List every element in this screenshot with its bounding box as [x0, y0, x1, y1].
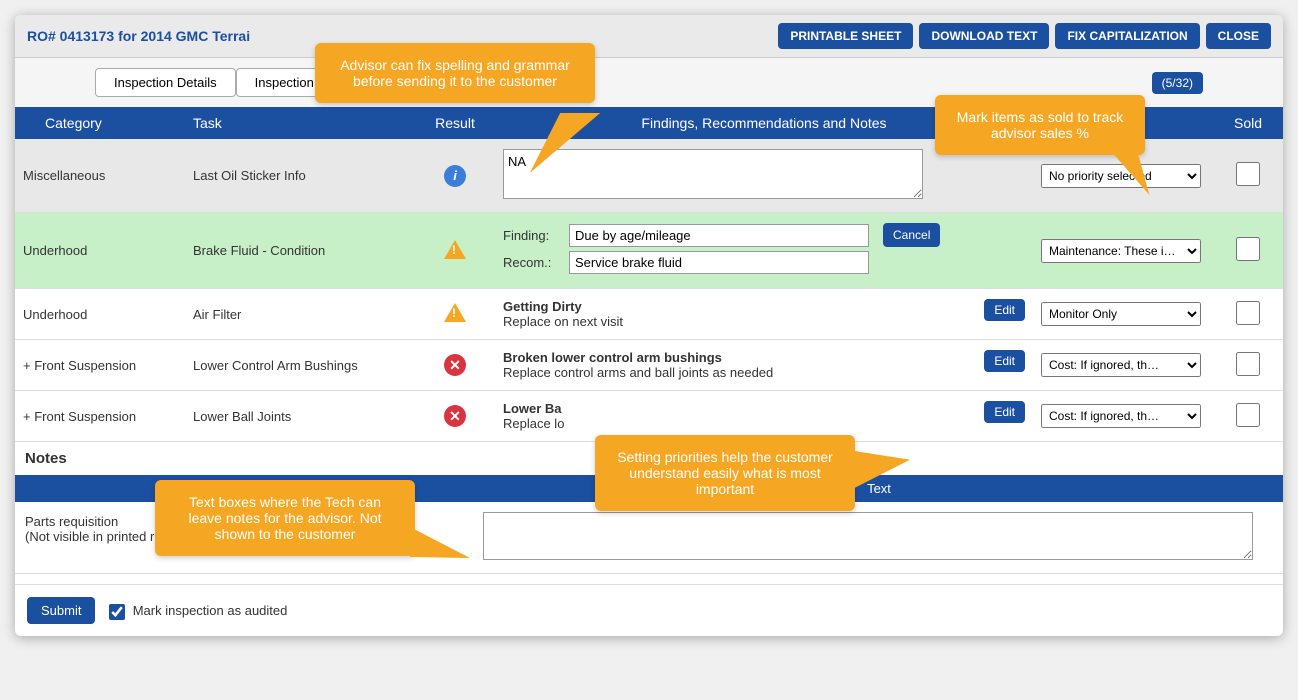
- callout-sold: Mark items as sold to track advisor sale…: [935, 95, 1145, 155]
- printable-sheet-button[interactable]: PRINTABLE SHEET: [778, 23, 913, 49]
- inspection-table: Category Task Result Findings, Recommend…: [15, 107, 1283, 442]
- footer: Submit Mark inspection as audited: [15, 584, 1283, 636]
- finding-input[interactable]: [569, 224, 869, 247]
- cell-task: Last Oil Sticker Info: [185, 139, 415, 213]
- cell-task: Lower Control Arm Bushings: [185, 340, 415, 391]
- finding-text: Broken lower control arm bushingsReplace…: [503, 350, 1025, 380]
- col-task: Task: [185, 107, 415, 139]
- audit-label: Mark inspection as audited: [133, 603, 288, 618]
- finding-bold: Lower Ba: [503, 401, 562, 416]
- finding-bold: Broken lower control arm bushings: [503, 350, 722, 365]
- finding-text: Getting DirtyReplace on next visit: [503, 299, 1025, 329]
- cell-task: Lower Ball Joints: [185, 391, 415, 442]
- ro-title: RO# 0413173 for 2014 GMC Terrai: [27, 28, 250, 44]
- cell-category: Underhood: [15, 289, 185, 340]
- callout-notes: Text boxes where the Tech can leave note…: [155, 480, 415, 556]
- finding-bold: Getting Dirty: [503, 299, 582, 314]
- priority-select[interactable]: Cost: If ignored, th…: [1041, 353, 1201, 377]
- table-row: + Front SuspensionLower Ball Joints ✕ Edit…: [15, 391, 1283, 442]
- finding-sub: Replace lo: [503, 416, 564, 431]
- sold-checkbox[interactable]: [1236, 301, 1260, 325]
- cancel-button[interactable]: Cancel: [883, 223, 940, 247]
- sold-checkbox[interactable]: [1236, 162, 1260, 186]
- fail-icon: ✕: [444, 405, 466, 427]
- download-text-button[interactable]: DOWNLOAD TEXT: [919, 23, 1049, 49]
- dialog-header: RO# 0413173 for 2014 GMC Terrai PRINTABL…: [15, 15, 1283, 58]
- fail-icon: ✕: [444, 354, 466, 376]
- edit-button[interactable]: Edit: [984, 299, 1025, 321]
- recom-input[interactable]: [569, 251, 869, 274]
- fix-capitalization-button[interactable]: FIX CAPITALIZATION: [1055, 23, 1199, 49]
- recom-label: Recom.:: [503, 255, 563, 270]
- table-row: + Front SuspensionLower Control Arm Bush…: [15, 340, 1283, 391]
- col-result: Result: [415, 107, 495, 139]
- findings-textarea[interactable]: [503, 149, 923, 199]
- cell-category: + Front Suspension: [15, 391, 185, 442]
- finding-text: Lower BaReplace lo: [503, 401, 1025, 431]
- priority-select[interactable]: Maintenance: These i…: [1041, 239, 1201, 263]
- header-buttons: PRINTABLE SHEET DOWNLOAD TEXT FIX CAPITA…: [778, 23, 1271, 49]
- col-category: Category: [15, 107, 185, 139]
- table-row: UnderhoodBrake Fluid - Condition Finding:…: [15, 213, 1283, 289]
- notes-textarea[interactable]: [483, 512, 1253, 560]
- sold-checkbox[interactable]: [1236, 352, 1260, 376]
- tab-inspection-details[interactable]: Inspection Details: [95, 68, 236, 97]
- finding-sub: Replace on next visit: [503, 314, 623, 329]
- cell-category: Underhood: [15, 213, 185, 289]
- cell-category: + Front Suspension: [15, 340, 185, 391]
- callout-spelling: Advisor can fix spelling and grammar bef…: [315, 43, 595, 103]
- cell-category: Miscellaneous: [15, 139, 185, 213]
- col-sold: Sold: [1213, 107, 1283, 139]
- info-icon: i: [444, 165, 466, 187]
- close-button[interactable]: CLOSE: [1206, 23, 1271, 49]
- callout-priorities: Setting priorities help the customer und…: [595, 435, 855, 511]
- finding-sub: Replace control arms and ball joints as …: [503, 365, 773, 380]
- sold-checkbox[interactable]: [1236, 237, 1260, 261]
- table-row: UnderhoodAir FilterEditGetting DirtyRepl…: [15, 289, 1283, 340]
- cell-task: Brake Fluid - Condition: [185, 213, 415, 289]
- priority-select[interactable]: Monitor Only: [1041, 302, 1201, 326]
- priority-select[interactable]: Cost: If ignored, th…: [1041, 404, 1201, 428]
- item-count-badge: (5/32): [1152, 72, 1203, 94]
- edit-button[interactable]: Edit: [984, 350, 1025, 372]
- audit-checkbox[interactable]: [109, 604, 125, 620]
- submit-button[interactable]: Submit: [27, 597, 95, 624]
- warning-icon: [444, 303, 466, 322]
- finding-label: Finding:: [503, 228, 563, 243]
- sold-checkbox[interactable]: [1236, 403, 1260, 427]
- edit-button[interactable]: Edit: [984, 401, 1025, 423]
- notes-label-line1: Parts requisition: [25, 514, 118, 529]
- warning-icon: [444, 240, 466, 259]
- cell-task: Air Filter: [185, 289, 415, 340]
